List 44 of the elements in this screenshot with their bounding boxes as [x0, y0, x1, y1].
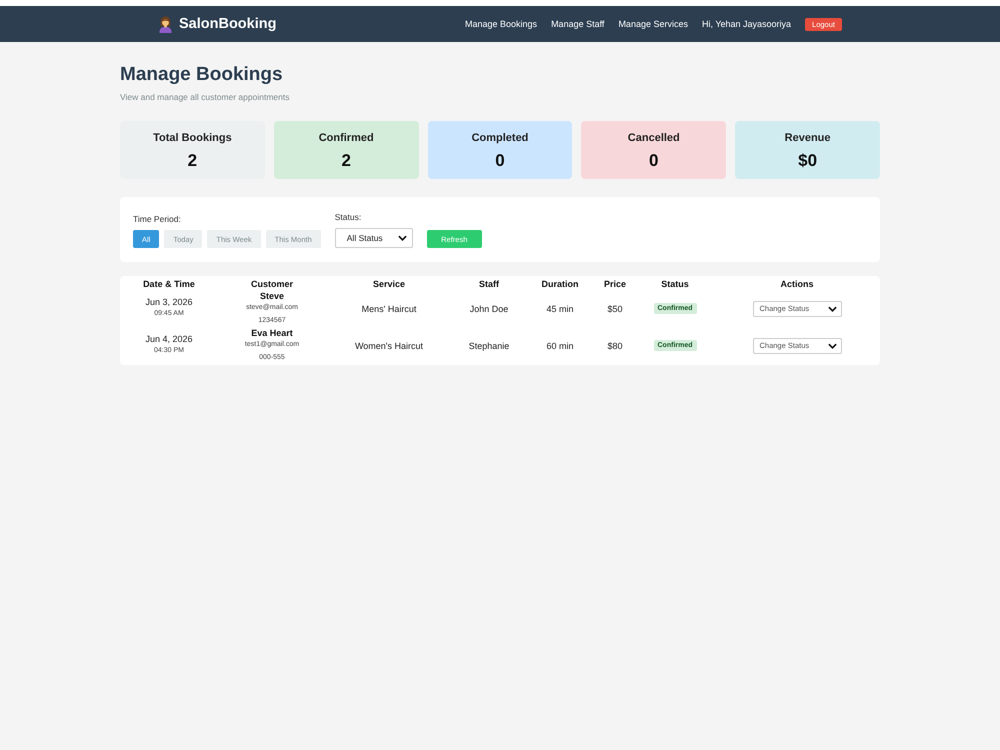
stat-label: Cancelled — [628, 131, 680, 145]
stat-value: 2 — [341, 151, 351, 171]
status-dropdown[interactable]: All Status — [334, 228, 413, 248]
stat-label: Revenue — [784, 131, 831, 145]
stat-value: $0 — [798, 151, 818, 171]
staff-name: Stephanie — [468, 340, 510, 350]
stat-value: 2 — [188, 151, 198, 171]
chevron-down-icon — [398, 235, 407, 241]
filter-label: Status: — [334, 211, 362, 223]
column-header: Date & Time — [142, 278, 196, 290]
column-header: Duration — [540, 278, 580, 290]
page-subtitle: View and manage all customer appointments — [120, 91, 290, 103]
column-header: Service — [372, 278, 406, 290]
column-header: Price — [602, 278, 628, 290]
stat-value: 0 — [649, 151, 659, 171]
stat-label: Confirmed — [318, 131, 374, 145]
stat-label: Completed — [472, 131, 528, 145]
page-title: Manage Bookings — [120, 63, 284, 86]
user-greeting: Hi, Yehan Jayasooriya — [702, 19, 792, 29]
column-header: Staff — [478, 278, 500, 290]
customer-name: Eva Heart — [251, 327, 293, 339]
duration: 45 min — [546, 304, 574, 314]
service-name: Women's Haircut — [354, 340, 424, 350]
filter-label: Time Period: — [133, 213, 182, 225]
staff-name: John Doe — [470, 304, 508, 314]
brand-name[interactable]: SalonBooking — [179, 16, 276, 32]
stat-value: 0 — [495, 151, 505, 171]
nav-link[interactable]: Manage Services — [618, 19, 688, 29]
woman-icon — [158, 16, 173, 32]
price: $50 — [607, 304, 623, 314]
column-header: Status — [660, 278, 690, 290]
column-header: Customer — [250, 278, 294, 290]
customer-name: Steve — [260, 290, 284, 302]
nav-link[interactable]: Manage Bookings — [465, 19, 538, 29]
duration: 60 min — [546, 340, 574, 350]
price: $80 — [607, 340, 623, 350]
column-header: Actions — [779, 278, 814, 290]
chevron-down-icon — [828, 306, 836, 312]
nav-link[interactable]: Manage Staff — [551, 19, 604, 29]
service-name: Mens' Haircut — [362, 304, 416, 314]
booking-date: Jun 3, 2026 — [145, 296, 193, 308]
chevron-down-icon — [828, 342, 836, 348]
stat-label: Total Bookings — [153, 131, 232, 145]
booking-date: Jun 4, 2026 — [145, 333, 193, 346]
